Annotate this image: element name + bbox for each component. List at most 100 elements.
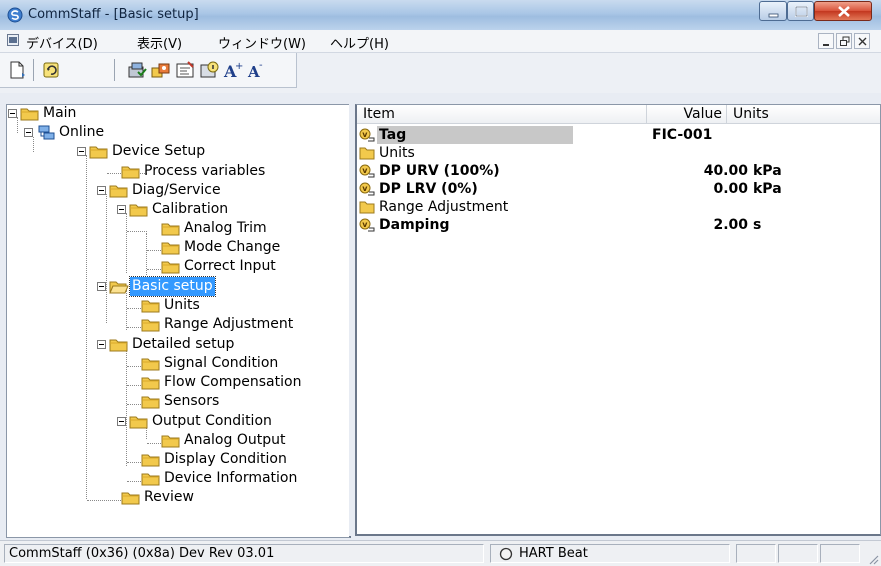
- folder-icon: [141, 454, 160, 467]
- folder-icon: [161, 261, 180, 274]
- column-header-units[interactable]: Units: [727, 105, 880, 124]
- parameter-name: DP LRV (0%): [379, 181, 478, 197]
- svg-text:-: -: [259, 60, 263, 71]
- folder-icon: [89, 146, 108, 159]
- tree-label: Units: [164, 297, 200, 313]
- parameter-row-tag[interactable]: Tag FIC-001: [357, 126, 880, 144]
- collapse-toggle[interactable]: [97, 186, 106, 195]
- parameter-unit: s: [753, 217, 762, 233]
- collapse-toggle[interactable]: [8, 109, 17, 118]
- refresh-device-icon[interactable]: [40, 59, 62, 81]
- child-close-button[interactable]: [854, 33, 870, 49]
- variable-icon: [359, 218, 375, 232]
- menu-device[interactable]: デバイス(D): [26, 33, 98, 52]
- folder-icon: [141, 300, 160, 313]
- tree-label: Device Setup: [112, 143, 206, 159]
- status-panel: [820, 544, 860, 563]
- parameter-name: Range Adjustment: [379, 199, 509, 215]
- tree-label: Process variables: [144, 163, 266, 179]
- parameter-row-units[interactable]: Units: [357, 144, 880, 162]
- folder-icon: [20, 108, 39, 121]
- tree-line: [86, 155, 88, 499]
- status-heartbeat: HART Beat: [490, 544, 730, 563]
- new-document-icon[interactable]: [6, 59, 28, 81]
- parameter-row-dp-lrv[interactable]: DP LRV (0%) 0.00 kPa: [357, 180, 880, 198]
- tree-label-selected: Basic setup: [129, 276, 216, 297]
- title-bar[interactable]: CommStaff - [Basic setup]: [0, 0, 881, 31]
- font-increase-icon[interactable]: A +: [221, 59, 243, 81]
- device-read-icon[interactable]: [126, 59, 148, 81]
- parameter-value: 0.00: [713, 181, 748, 197]
- parameter-name: Tag: [379, 127, 407, 143]
- restore-icon: [840, 36, 850, 46]
- column-header-value[interactable]: Value: [647, 105, 727, 124]
- folder-icon: [141, 473, 160, 486]
- collapse-toggle[interactable]: [117, 205, 126, 214]
- parameter-row-dp-urv[interactable]: DP URV (100%) 40.00 kPa: [357, 162, 880, 180]
- parameter-list[interactable]: Item Value Units v Tag FIC-001: [355, 104, 881, 536]
- child-window-icon[interactable]: [7, 34, 19, 46]
- commstaff-app-icon[interactable]: [7, 7, 23, 23]
- minimize-icon: [823, 44, 829, 46]
- window-title: CommStaff - [Basic setup]: [28, 7, 199, 22]
- tree-label: Output Condition: [152, 413, 272, 429]
- tree-label: Calibration: [152, 201, 229, 217]
- close-button[interactable]: [814, 1, 872, 21]
- tree-label: Main: [43, 105, 77, 121]
- device-write-icon[interactable]: [174, 59, 196, 81]
- toolbar-separator: [114, 59, 115, 81]
- tree-label: Device Information: [164, 470, 298, 486]
- collapse-toggle[interactable]: [77, 147, 86, 156]
- tree-line: [126, 290, 128, 330]
- minimize-button[interactable]: [759, 1, 787, 21]
- tree-label: Analog Output: [184, 432, 286, 448]
- column-header-item[interactable]: Item: [357, 105, 647, 124]
- tree-label: Range Adjustment: [164, 316, 294, 332]
- tree-label: Analog Trim: [184, 220, 267, 236]
- variable-icon: [359, 128, 375, 142]
- heartbeat-label: HART Beat: [519, 546, 588, 561]
- folder-icon: [109, 339, 128, 352]
- close-icon: [858, 37, 867, 46]
- folder-icon: [161, 435, 180, 448]
- open-folder-icon: [109, 281, 129, 294]
- parameter-row-damping[interactable]: Damping 2.00 s: [357, 216, 880, 234]
- close-icon: [838, 6, 850, 17]
- status-panel: [736, 544, 776, 563]
- menu-window[interactable]: ウィンドウ(W): [218, 33, 306, 52]
- heartbeat-indicator-icon: [499, 547, 513, 561]
- tree-label: Signal Condition: [164, 355, 279, 371]
- svg-text:+: +: [235, 61, 243, 72]
- resize-grip-icon[interactable]: [867, 553, 879, 565]
- folder-icon: [359, 147, 375, 160]
- folder-icon: [141, 377, 160, 390]
- collapse-toggle[interactable]: [97, 340, 106, 349]
- parameter-value: 2.00: [713, 217, 748, 233]
- maximize-icon: [795, 6, 808, 17]
- device-info-icon[interactable]: [198, 59, 220, 81]
- folder-icon: [121, 492, 140, 505]
- device-multiple-icon[interactable]: [150, 59, 172, 81]
- network-device-icon: [38, 125, 55, 140]
- child-restore-button[interactable]: [836, 33, 852, 49]
- folder-icon: [109, 185, 128, 198]
- collapse-toggle[interactable]: [97, 282, 106, 291]
- collapse-toggle[interactable]: [117, 417, 126, 426]
- tree-label: Diag/Service: [132, 182, 221, 198]
- folder-icon: [121, 166, 140, 179]
- folder-icon: [161, 242, 180, 255]
- device-tree[interactable]: Main Online Device Setup Process variabl…: [6, 104, 351, 538]
- tree-label: Review: [144, 489, 194, 505]
- menu-help[interactable]: ヘルプ(H): [330, 33, 389, 52]
- tree-label: Correct Input: [184, 258, 276, 274]
- collapse-toggle[interactable]: [24, 128, 33, 137]
- child-minimize-button[interactable]: [818, 33, 834, 49]
- parameter-row-range-adjustment[interactable]: Range Adjustment: [357, 198, 880, 216]
- font-decrease-icon[interactable]: A -: [245, 59, 267, 81]
- app-window: CommStaff - [Basic setup] デバイス(D) 表示(V) …: [0, 0, 881, 566]
- menu-view[interactable]: 表示(V): [137, 33, 182, 52]
- maximize-button[interactable]: [787, 1, 814, 21]
- folder-icon: [359, 201, 375, 214]
- tree-line: [127, 231, 147, 233]
- folder-icon: [129, 204, 148, 217]
